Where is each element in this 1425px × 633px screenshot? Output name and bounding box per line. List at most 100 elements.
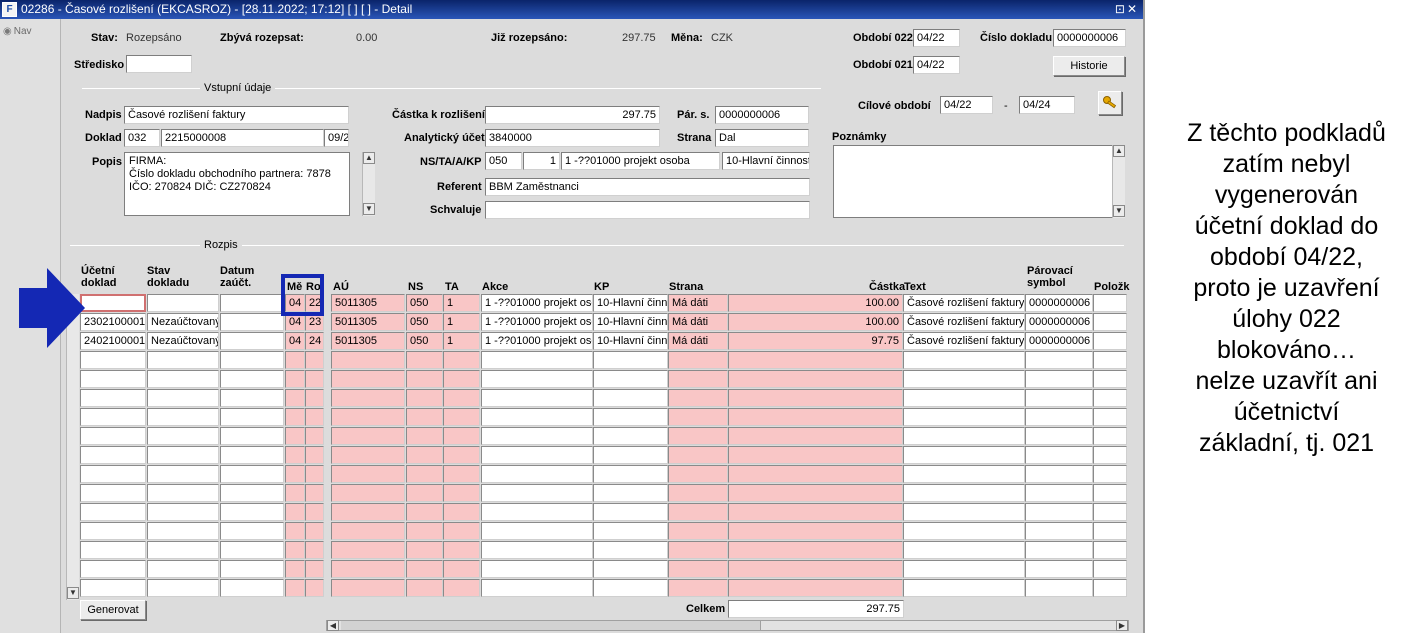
empty-cell[interactable] <box>1093 389 1127 407</box>
empty-cell[interactable] <box>1025 370 1093 388</box>
empty-cell[interactable] <box>406 446 443 464</box>
empty-cell[interactable] <box>728 560 903 578</box>
cell-symbol[interactable]: 0000000006 <box>1025 332 1093 350</box>
cell-text[interactable]: Časové rozlišení faktury <box>903 332 1025 350</box>
empty-cell[interactable] <box>331 579 405 597</box>
empty-cell[interactable] <box>668 465 728 483</box>
obdobi-021-field[interactable]: 04/22 <box>913 56 960 74</box>
empty-cell[interactable] <box>443 560 480 578</box>
cell-ta[interactable]: 1 <box>443 313 480 331</box>
empty-cell[interactable] <box>331 389 405 407</box>
empty-cell[interactable] <box>220 446 284 464</box>
empty-cell[interactable] <box>80 446 146 464</box>
cell-strana[interactable]: Má dáti <box>668 294 728 312</box>
empty-cell[interactable] <box>668 370 728 388</box>
empty-cell[interactable] <box>406 465 443 483</box>
empty-cell[interactable] <box>1093 541 1127 559</box>
empty-cell[interactable] <box>443 541 480 559</box>
empty-cell[interactable] <box>593 484 668 502</box>
empty-cell[interactable] <box>481 579 593 597</box>
empty-cell[interactable] <box>305 522 324 540</box>
cell-au[interactable]: 5011305 <box>331 332 405 350</box>
cell-me[interactable]: 04 <box>285 332 305 350</box>
empty-cell[interactable] <box>285 446 305 464</box>
empty-cell[interactable] <box>80 522 146 540</box>
cell-symbol[interactable]: 0000000006 <box>1025 294 1093 312</box>
empty-cell[interactable] <box>1093 465 1127 483</box>
empty-cell[interactable] <box>80 351 146 369</box>
cell-castka[interactable]: 97.75 <box>728 332 903 350</box>
empty-cell[interactable] <box>220 484 284 502</box>
empty-cell[interactable] <box>80 408 146 426</box>
empty-cell[interactable] <box>728 465 903 483</box>
empty-cell[interactable] <box>305 370 324 388</box>
empty-cell[interactable] <box>305 389 324 407</box>
empty-cell[interactable] <box>220 579 284 597</box>
cell-strana[interactable]: Má dáti <box>668 313 728 331</box>
empty-cell[interactable] <box>903 541 1025 559</box>
empty-cell[interactable] <box>220 351 284 369</box>
par-s-field[interactable]: 0000000006 <box>715 106 809 124</box>
empty-cell[interactable] <box>331 427 405 445</box>
cell-ro[interactable]: 24 <box>305 332 324 350</box>
empty-cell[interactable] <box>406 484 443 502</box>
empty-cell[interactable] <box>80 370 146 388</box>
empty-cell[interactable] <box>331 465 405 483</box>
empty-cell[interactable] <box>80 503 146 521</box>
empty-cell[interactable] <box>1025 427 1093 445</box>
scroll-left-icon[interactable]: ◀ <box>327 620 339 631</box>
empty-cell[interactable] <box>80 389 146 407</box>
cell-ta[interactable]: 1 <box>443 294 480 312</box>
empty-cell[interactable] <box>285 484 305 502</box>
scroll-down-icon[interactable]: ▼ <box>67 587 79 599</box>
empty-cell[interactable] <box>668 446 728 464</box>
empty-cell[interactable] <box>728 522 903 540</box>
empty-cell[interactable] <box>220 503 284 521</box>
empty-cell[interactable] <box>285 522 305 540</box>
empty-cell[interactable] <box>1025 408 1093 426</box>
empty-cell[interactable] <box>728 351 903 369</box>
empty-cell[interactable] <box>903 579 1025 597</box>
empty-cell[interactable] <box>728 541 903 559</box>
doklad-period-field[interactable]: 09/22 <box>324 129 349 147</box>
empty-cell[interactable] <box>443 579 480 597</box>
scroll-up-icon[interactable]: ▲ <box>1113 145 1125 157</box>
empty-cell[interactable] <box>593 408 668 426</box>
empty-cell[interactable] <box>305 484 324 502</box>
empty-cell[interactable] <box>406 522 443 540</box>
popis-scrollbar[interactable]: ▲ ▼ <box>362 152 375 216</box>
empty-cell[interactable] <box>1093 351 1127 369</box>
empty-cell[interactable] <box>728 484 903 502</box>
empty-cell[interactable] <box>331 560 405 578</box>
empty-cell[interactable] <box>220 408 284 426</box>
empty-cell[interactable] <box>285 389 305 407</box>
empty-cell[interactable] <box>220 522 284 540</box>
empty-cell[interactable] <box>220 427 284 445</box>
empty-cell[interactable] <box>593 465 668 483</box>
empty-cell[interactable] <box>1025 522 1093 540</box>
scroll-up-icon[interactable]: ▲ <box>363 152 375 164</box>
empty-cell[interactable] <box>443 370 480 388</box>
empty-cell[interactable] <box>481 541 593 559</box>
empty-cell[interactable] <box>593 389 668 407</box>
empty-cell[interactable] <box>668 522 728 540</box>
cell-kp[interactable]: 10-Hlavní činnost <box>593 313 668 331</box>
empty-cell[interactable] <box>406 503 443 521</box>
empty-cell[interactable] <box>668 579 728 597</box>
empty-cell[interactable] <box>903 351 1025 369</box>
navigator-label[interactable]: ◉ Nav <box>3 26 32 37</box>
empty-cell[interactable] <box>147 446 219 464</box>
empty-cell[interactable] <box>668 503 728 521</box>
empty-cell[interactable] <box>331 370 405 388</box>
empty-cell[interactable] <box>903 465 1025 483</box>
empty-cell[interactable] <box>220 389 284 407</box>
empty-cell[interactable] <box>1025 579 1093 597</box>
cell-text[interactable]: Časové rozlišení faktury <box>903 313 1025 331</box>
scroll-down-icon[interactable]: ▼ <box>1113 205 1125 217</box>
empty-cell[interactable] <box>406 351 443 369</box>
empty-cell[interactable] <box>443 522 480 540</box>
empty-cell[interactable] <box>668 427 728 445</box>
poznamky-scrollbar[interactable]: ▲ ▼ <box>1112 145 1125 218</box>
empty-cell[interactable] <box>331 503 405 521</box>
empty-cell[interactable] <box>593 427 668 445</box>
